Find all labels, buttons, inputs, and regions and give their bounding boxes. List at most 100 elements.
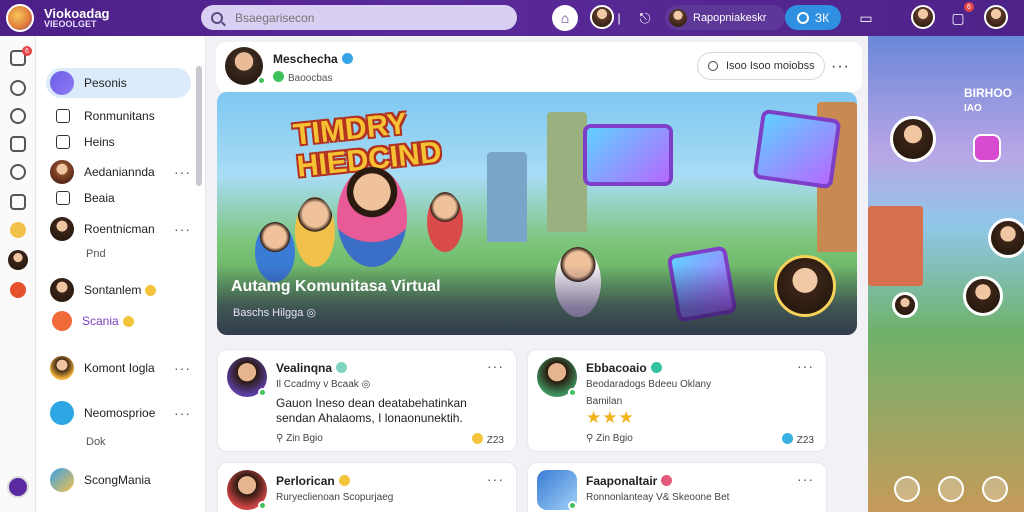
reaction-count[interactable]: Z23: [471, 433, 504, 446]
main-feed: Meschecha Baoocbas Isoo Isoo moiobss ···…: [206, 36, 868, 512]
avatar[interactable]: [963, 276, 1003, 316]
more-icon[interactable]: ···: [174, 221, 191, 237]
avatar[interactable]: [890, 116, 936, 162]
sidebar-scrollbar[interactable]: [196, 66, 202, 186]
post-meta: Ruryeclienoan Scopurjaeg: [276, 492, 394, 503]
circle-icon: [796, 11, 809, 24]
search-rail-icon[interactable]: [10, 108, 26, 124]
post-search[interactable]: Isoo Isoo moiobss: [697, 52, 825, 80]
home-icon[interactable]: [894, 476, 920, 502]
post-footer: ⚲ Zin Bgio: [586, 433, 633, 444]
video-icon[interactable]: [973, 134, 1001, 162]
sidebar-item-label: Ronmunitans: [84, 109, 155, 123]
character-graphic: [427, 192, 463, 252]
search-icon: [708, 61, 718, 71]
post-card[interactable]: Ebbacoaio Beodaradogs Bdeeu Oklany Bamil…: [527, 349, 827, 452]
avatar[interactable]: [988, 218, 1024, 258]
share-icon[interactable]: ⎋: [632, 5, 658, 31]
global-search[interactable]: [201, 5, 517, 30]
sidebar-item-label: Pesonis: [84, 76, 127, 90]
post-search-label: Isoo Isoo moiobss: [726, 60, 815, 72]
divider-icon: |: [617, 11, 621, 25]
sidebar-item-beaia[interactable]: Beaia: [46, 183, 191, 213]
action-button[interactable]: ЗК: [785, 5, 841, 30]
post-body: Gauon Ineso dean deatabehatinkan sendan …: [276, 396, 467, 425]
search-icon: [211, 11, 223, 24]
post-card[interactable]: Vealinqna Il Ccadmy v Bcaak ◎ Gauon Ines…: [217, 349, 517, 452]
search-input[interactable]: [235, 10, 495, 25]
post-card[interactable]: Faaponaltair Ronnonlanteay V& Skeoone Be…: [527, 462, 827, 512]
right-panel: BIRHOO IAO: [868, 36, 1024, 512]
globe-icon: [50, 468, 74, 492]
settings-icon[interactable]: [7, 476, 29, 498]
compass-icon[interactable]: [10, 80, 26, 96]
rating-stars: ★★★: [586, 408, 635, 427]
reaction-count[interactable]: Z23: [781, 433, 814, 446]
messages-icon[interactable]: ▭: [853, 5, 879, 31]
emoji-icon[interactable]: [10, 222, 26, 238]
inbox-icon[interactable]: [10, 136, 26, 152]
sidebar-item-pesonis[interactable]: Pesonis: [46, 68, 191, 98]
sidebar-item-neomosprioe[interactable]: Neomosprioe ···: [46, 398, 191, 428]
sidebar-subtext: Pnd: [86, 248, 106, 260]
billboard-graphic: [583, 124, 673, 186]
rail-avatar[interactable]: [8, 250, 28, 270]
more-icon[interactable]: ···: [174, 405, 191, 421]
sidebar-item-sontanlem[interactable]: Sontanlem: [46, 275, 191, 305]
app-logo[interactable]: [6, 4, 34, 32]
more-icon[interactable]: ···: [174, 164, 191, 180]
post-header: Meschecha Baoocbas Isoo Isoo moiobss ···: [216, 42, 862, 92]
author-name[interactable]: Meschecha: [273, 52, 353, 66]
chat-bubble-icon: [52, 311, 72, 331]
sidebar-item-heins[interactable]: Heins: [46, 127, 191, 157]
post-author[interactable]: Perlorican: [276, 474, 350, 488]
action-label: ЗК: [814, 10, 830, 25]
notifications-icon[interactable]: ▢ 6: [945, 2, 974, 31]
sidebar-item-label: Neomosprioe: [84, 406, 156, 420]
box-icon: [56, 191, 70, 205]
more-icon[interactable]: ···: [174, 360, 191, 376]
billboard-graphic: [752, 108, 842, 190]
post-card[interactable]: Perlorican Ruryeclienoan Scopurjaeg ···: [217, 462, 517, 512]
post-author[interactable]: Faaponaltair: [586, 474, 673, 488]
character-graphic: [337, 167, 407, 267]
ring-icon: [50, 401, 74, 425]
post-author[interactable]: Ebbacoaio: [586, 361, 662, 375]
house-graphic: [868, 206, 923, 286]
profile-switcher[interactable]: Rapopniakeskr: [665, 5, 785, 30]
verified-icon: [341, 53, 353, 64]
home-icon[interactable]: ⌂: [552, 5, 578, 31]
friend-avatar[interactable]: [911, 5, 935, 29]
featured-avatar[interactable]: [774, 255, 836, 317]
sidebar-item-label: Aedaniannda: [84, 165, 155, 179]
sidebar-item-label: Sontanlem: [84, 283, 142, 297]
avatar[interactable]: [892, 292, 918, 318]
sidebar-item-komont-iogla[interactable]: Komont Iogla ···: [46, 353, 191, 383]
message-box-icon: [56, 135, 70, 149]
sidebar-item-roentnicman[interactable]: Roentnicman ···: [46, 214, 191, 244]
more-icon[interactable]: ···: [831, 58, 850, 76]
upload-icon[interactable]: [982, 476, 1008, 502]
sidebar-item-scania[interactable]: Scania: [46, 306, 191, 336]
explore-icon[interactable]: [938, 476, 964, 502]
list-icon[interactable]: [10, 194, 26, 210]
account-avatar[interactable]: [984, 5, 1008, 29]
more-icon[interactable]: ···: [797, 471, 814, 487]
emoji-icon: [338, 475, 350, 486]
user-avatar[interactable]: [590, 5, 614, 29]
flame-icon[interactable]: [10, 282, 26, 298]
hero-banner[interactable]: TIMDRY HIEDCIND Autamg Komunitasa Virtua…: [217, 92, 857, 335]
more-icon[interactable]: ···: [487, 358, 504, 374]
notification-badge: 6: [964, 2, 974, 12]
post-author[interactable]: Vealinqna: [276, 361, 348, 375]
pin-icon[interactable]: [10, 164, 26, 180]
icon-rail: 6: [0, 36, 36, 512]
badge-icon: [336, 362, 348, 373]
post-meta: Ronnonlanteay V& Skeoone Bet: [586, 492, 730, 503]
sidebar-subtext: Dok: [86, 436, 106, 448]
more-icon[interactable]: ···: [487, 471, 504, 487]
profile-name: Rapopniakeskr: [693, 11, 767, 24]
sidebar-item-label: Heins: [84, 135, 115, 149]
sidebar-item-scongmania[interactable]: ScongMania: [46, 465, 191, 495]
more-icon[interactable]: ···: [797, 358, 814, 374]
